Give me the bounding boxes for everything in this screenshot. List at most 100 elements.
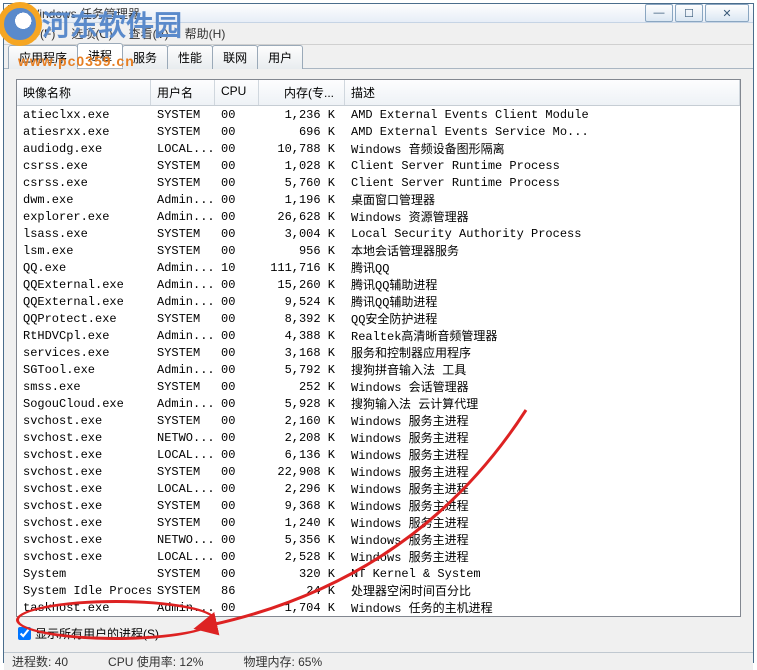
cell-desc: Windows 会话管理器 — [345, 378, 740, 395]
table-row[interactable]: svchost.exeSYSTEM002,160 KWindows 服务主进程 — [17, 412, 740, 429]
table-row[interactable]: RtHDVCpl.exeAdmin...004,388 KRealtek高清晰音… — [17, 327, 740, 344]
maximize-button[interactable]: ☐ — [675, 4, 703, 22]
show-all-users-checkbox[interactable] — [18, 627, 31, 640]
table-body[interactable]: atieclxx.exeSYSTEM001,236 KAMD External … — [17, 106, 740, 616]
cell-cpu: 00 — [215, 601, 259, 615]
cell-cpu: 00 — [215, 210, 259, 224]
table-row[interactable]: svchost.exeNETWO...005,356 KWindows 服务主进… — [17, 531, 740, 548]
table-row[interactable]: dwm.exeAdmin...001,196 K桌面窗口管理器 — [17, 191, 740, 208]
table-row[interactable]: QQExternal.exeAdmin...0015,260 K腾讯QQ辅助进程 — [17, 276, 740, 293]
tab-performance[interactable]: 性能 — [167, 45, 213, 69]
cell-mem: 1,028 K — [259, 159, 345, 173]
cell-image: QQExternal.exe — [17, 278, 151, 292]
titlebar[interactable]: Windows 任务管理器 — ☐ ✕ — [4, 4, 753, 23]
cell-user: LOCAL... — [151, 448, 215, 462]
cell-mem: 2,160 K — [259, 414, 345, 428]
table-row[interactable]: csrss.exeSYSTEM001,028 KClient Server Ru… — [17, 157, 740, 174]
table-row[interactable]: svchost.exeNETWO...002,208 KWindows 服务主进… — [17, 429, 740, 446]
cell-image: svchost.exe — [17, 516, 151, 530]
col-description[interactable]: 描述 — [345, 80, 740, 105]
table-row[interactable]: atiesrxx.exeSYSTEM00696 KAMD External Ev… — [17, 123, 740, 140]
table-row[interactable]: explorer.exeAdmin...0026,628 KWindows 资源… — [17, 208, 740, 225]
app-icon — [8, 5, 24, 21]
status-processes: 进程数: 40 — [12, 653, 68, 670]
cell-image: svchost.exe — [17, 465, 151, 479]
menu-help[interactable]: 帮助(H) — [179, 23, 232, 44]
cell-mem: 5,792 K — [259, 363, 345, 377]
cell-desc: Windows 音频设备图形隔离 — [345, 140, 740, 157]
table-row[interactable]: SGTool.exeAdmin...005,792 K搜狗拼音输入法 工具 — [17, 361, 740, 378]
cell-image: svchost.exe — [17, 414, 151, 428]
cell-mem: 5,760 K — [259, 176, 345, 190]
table-row[interactable]: svchost.exeLOCAL...006,136 KWindows 服务主进… — [17, 446, 740, 463]
cell-mem: 1,704 K — [259, 601, 345, 615]
cell-user: SYSTEM — [151, 584, 215, 598]
cell-user: Admin... — [151, 278, 215, 292]
table-row[interactable]: svchost.exeSYSTEM0022,908 KWindows 服务主进程 — [17, 463, 740, 480]
col-user-name[interactable]: 用户名 — [151, 80, 215, 105]
table-row[interactable]: svchost.exeSYSTEM001,240 KWindows 服务主进程 — [17, 514, 740, 531]
col-memory[interactable]: 内存(专... — [259, 80, 345, 105]
menu-options[interactable]: 选项(O) — [65, 23, 118, 44]
menu-file[interactable]: 文件(F) — [10, 23, 61, 44]
cell-cpu: 00 — [215, 159, 259, 173]
cell-mem: 26,628 K — [259, 210, 345, 224]
cell-user: NETWO... — [151, 533, 215, 547]
table-row[interactable]: QQProtect.exeSYSTEM008,392 KQQ安全防护进程 — [17, 310, 740, 327]
cell-cpu: 00 — [215, 448, 259, 462]
tab-processes[interactable]: 进程 — [77, 43, 123, 68]
cell-image: RtHDVCpl.exe — [17, 329, 151, 343]
table-row[interactable]: QQ.exeAdmin...10111,716 K腾讯QQ — [17, 259, 740, 276]
table-row[interactable]: SystemSYSTEM00320 KNT Kernel & System — [17, 565, 740, 582]
cell-desc: Local Security Authority Process — [345, 227, 740, 241]
cell-mem: 22,908 K — [259, 465, 345, 479]
table-row[interactable]: lsass.exeSYSTEM003,004 KLocal Security A… — [17, 225, 740, 242]
table-row[interactable]: svchost.exeLOCAL...002,296 KWindows 服务主进… — [17, 480, 740, 497]
table-row[interactable]: lsm.exeSYSTEM00956 K本地会话管理器服务 — [17, 242, 740, 259]
cell-desc: Windows 服务主进程 — [345, 548, 740, 565]
table-row[interactable]: atieclxx.exeSYSTEM001,236 KAMD External … — [17, 106, 740, 123]
table-row[interactable]: smss.exeSYSTEM00252 KWindows 会话管理器 — [17, 378, 740, 395]
cell-user: SYSTEM — [151, 125, 215, 139]
cell-user: SYSTEM — [151, 312, 215, 326]
status-memory: 物理内存: 65% — [243, 653, 322, 670]
tab-applications[interactable]: 应用程序 — [8, 45, 78, 69]
cell-cpu: 00 — [215, 125, 259, 139]
cell-cpu: 00 — [215, 244, 259, 258]
tab-users[interactable]: 用户 — [257, 45, 303, 69]
cell-cpu: 00 — [215, 499, 259, 513]
cell-mem: 3,004 K — [259, 227, 345, 241]
tab-services[interactable]: 服务 — [122, 45, 168, 69]
table-row[interactable]: svchost.exeLOCAL...002,528 KWindows 服务主进… — [17, 548, 740, 565]
minimize-button[interactable]: — — [645, 4, 673, 22]
cell-desc: QQ安全防护进程 — [345, 310, 740, 327]
table-row[interactable]: SogouCloud.exeAdmin...005,928 K搜狗输入法 云计算… — [17, 395, 740, 412]
menu-view[interactable]: 查看(V) — [123, 23, 175, 44]
cell-mem: 24 K — [259, 584, 345, 598]
show-all-users-label[interactable]: 显示所有用户的进程(S) — [35, 625, 159, 642]
close-button[interactable]: ✕ — [705, 4, 749, 22]
cell-cpu: 00 — [215, 380, 259, 394]
cell-cpu: 00 — [215, 193, 259, 207]
tab-networking[interactable]: 联网 — [212, 45, 258, 69]
table-row[interactable]: audiodg.exeLOCAL...0010,788 KWindows 音频设… — [17, 140, 740, 157]
cell-desc: Windows 服务主进程 — [345, 429, 740, 446]
cell-user: SYSTEM — [151, 465, 215, 479]
table-row[interactable]: services.exeSYSTEM003,168 K服务和控制器应用程序 — [17, 344, 740, 361]
col-cpu[interactable]: CPU — [215, 80, 259, 105]
cell-cpu: 00 — [215, 482, 259, 496]
cell-cpu: 00 — [215, 346, 259, 360]
cell-user: Admin... — [151, 601, 215, 615]
table-row[interactable]: taskhost.exeAdmin...001,704 KWindows 任务的… — [17, 599, 740, 616]
table-row[interactable]: QQExternal.exeAdmin...009,524 K腾讯QQ辅助进程 — [17, 293, 740, 310]
cell-cpu: 00 — [215, 516, 259, 530]
col-image-name[interactable]: 映像名称 — [17, 80, 151, 105]
cell-image: svchost.exe — [17, 431, 151, 445]
cell-cpu: 00 — [215, 142, 259, 156]
cell-image: services.exe — [17, 346, 151, 360]
table-row[interactable]: System Idle ProcessSYSTEM8624 K处理器空闲时间百分… — [17, 582, 740, 599]
cell-desc: Windows 服务主进程 — [345, 412, 740, 429]
table-row[interactable]: svchost.exeSYSTEM009,368 KWindows 服务主进程 — [17, 497, 740, 514]
table-row[interactable]: csrss.exeSYSTEM005,760 KClient Server Ru… — [17, 174, 740, 191]
tab-bar: 应用程序 进程 服务 性能 联网 用户 — [4, 45, 753, 69]
